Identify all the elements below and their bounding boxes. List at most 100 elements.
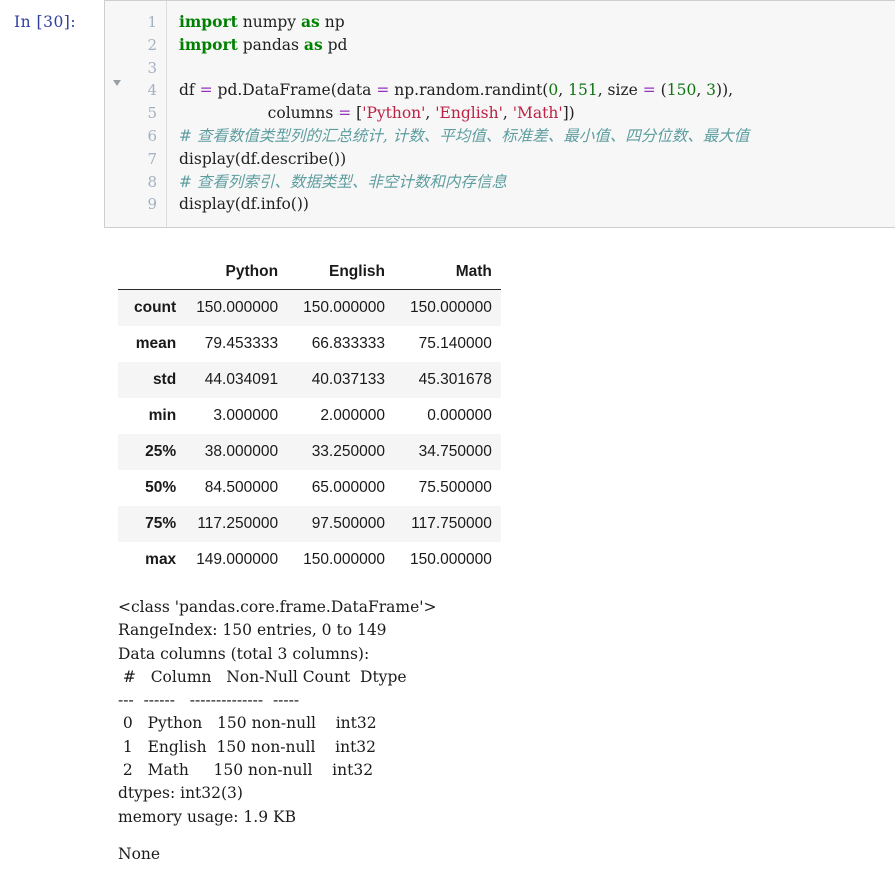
- code-line: display(df.info()): [179, 193, 895, 216]
- table-cell: 75.500000: [418, 479, 492, 496]
- code-token-num: 3: [706, 81, 717, 100]
- table-cell: 84.500000: [204, 479, 279, 496]
- code-text[interactable]: import numpy as np import pandas as pd df…: [167, 1, 895, 227]
- table-corner-cell: [118, 254, 181, 290]
- code-editor-area[interactable]: 123456789 import numpy as np import panda…: [104, 0, 895, 228]
- code-token-pln: ]): [562, 104, 575, 123]
- table-row: std 44.034091 40.037133 45.301678: [118, 362, 501, 398]
- code-line: df = pd.DataFrame(data = np.random.randi…: [179, 79, 895, 102]
- code-token-cmt: # 查看数值类型列的汇总统计, 计数、平均值、标准差、最小值、四分位数、最大值: [179, 126, 750, 145]
- code-line: display(df.describe()): [179, 148, 895, 171]
- code-line: import numpy as np: [179, 11, 895, 34]
- table-cell: 117.750000: [393, 506, 501, 542]
- table-cell: 149.000000: [196, 551, 279, 568]
- code-token-str: 'Math': [512, 104, 563, 123]
- output-none-text: None: [118, 844, 161, 863]
- code-token-str: 'Python': [362, 104, 426, 123]
- table-cell: 2.000000: [320, 407, 385, 424]
- code-token-pln: , size: [597, 81, 643, 100]
- code-token-num: 150: [666, 81, 697, 100]
- code-token-pln: (: [655, 81, 667, 100]
- table-row: 50% 84.500000 65.000000 75.500000: [118, 470, 501, 506]
- code-token-kw: import: [179, 12, 238, 31]
- describe-table-head: Python English Math: [118, 254, 501, 290]
- code-fold-triangle-icon[interactable]: [113, 80, 121, 86]
- line-number: 5: [147, 104, 157, 123]
- describe-table-body: count 150.000000 150.000000 150.000000 mean 7…: [118, 289, 501, 579]
- table-cell: 150.000000: [393, 289, 501, 326]
- table-row: mean 79.453333 66.833333 75.140000: [118, 326, 501, 362]
- line-number-list: 123456789: [105, 11, 157, 216]
- code-token-pln: ,: [425, 104, 436, 123]
- table-cell: 75.140000: [418, 335, 492, 352]
- line-number: 6: [147, 126, 157, 145]
- table-row: count 150.000000 150.000000 150.000000: [118, 289, 501, 326]
- code-token-pln: ,: [558, 81, 569, 100]
- code-token-pln: np: [319, 13, 345, 31]
- table-cell: 3.000000: [213, 407, 279, 424]
- table-cell: 40.037133: [287, 362, 394, 398]
- table-row: max 149.000000 150.000000 150.000000: [118, 542, 501, 578]
- table-row-label: std: [118, 362, 181, 398]
- table-cell: 33.250000: [287, 434, 394, 470]
- code-token-pln: df: [179, 81, 200, 100]
- table-row: 25% 38.000000 33.250000 34.750000: [118, 434, 501, 470]
- table-row: 75% 117.250000 97.500000 117.750000: [118, 506, 501, 542]
- code-token-pln: pd.DataFrame(data: [212, 81, 377, 100]
- code-token-cmt: # 查看列索引、数据类型、非空计数和内存信息: [179, 172, 507, 191]
- table-column-header: Python: [180, 254, 288, 290]
- code-token-kw: import: [179, 34, 238, 54]
- output-info-text: <class 'pandas.core.frame.DataFrame'> Ra…: [118, 598, 437, 826]
- table-cell: 150.000000: [303, 551, 385, 568]
- table-row-label: max: [145, 551, 177, 568]
- table-header-row: Python English Math: [118, 254, 501, 290]
- line-number: 9: [147, 195, 157, 214]
- execution-count-prompt: In [30]:: [14, 13, 77, 31]
- table-cell: 79.453333: [204, 335, 279, 352]
- code-line: # 查看数值类型列的汇总统计, 计数、平均值、标准差、最小值、四分位数、最大值: [179, 125, 895, 148]
- code-token-str: 'English': [435, 104, 503, 123]
- code-token-kw: as: [303, 34, 323, 54]
- code-token-op: =: [199, 81, 213, 100]
- table-cell: 150.000000: [287, 289, 394, 326]
- table-cell: 45.301678: [393, 362, 501, 398]
- table-row-label: 75%: [118, 506, 181, 542]
- code-token-pln: display(df.describe()): [179, 149, 347, 168]
- table-cell: 0.000000: [427, 407, 492, 424]
- table-cell: 34.750000: [393, 434, 501, 470]
- notebook-input-cell[interactable]: In [30]: 123456789 import numpy as np imp…: [0, 0, 895, 228]
- code-token-pln: ,: [502, 104, 513, 123]
- table-row-label: mean: [135, 335, 177, 352]
- table-column-header: English: [287, 254, 394, 290]
- table-row-label: min: [148, 407, 177, 424]
- table-cell: 150.000000: [409, 551, 492, 568]
- describe-table: Python English Math count 150.000000 150.000…: [118, 254, 501, 578]
- code-token-pln: columns: [179, 104, 339, 123]
- code-token-kw: as: [301, 12, 320, 31]
- table-column-header: Math: [393, 254, 501, 290]
- code-line: # 查看列索引、数据类型、非空计数和内存信息: [179, 171, 895, 194]
- table-cell: 66.833333: [311, 335, 385, 352]
- line-number-gutter: 123456789: [105, 1, 167, 227]
- table-row-label: count: [118, 289, 181, 326]
- table-cell: 117.250000: [180, 506, 288, 542]
- code-line: import pandas as pd: [179, 34, 895, 57]
- line-number: 2: [147, 35, 157, 54]
- table-cell: 65.000000: [311, 479, 385, 496]
- table-cell: 38.000000: [180, 434, 288, 470]
- table-cell: 150.000000: [180, 289, 288, 326]
- code-token-pln: )),: [716, 81, 734, 100]
- line-number: 1: [147, 13, 157, 31]
- table-row-label: 25%: [118, 434, 181, 470]
- code-token-num: 0: [548, 81, 559, 100]
- table-cell: 44.034091: [180, 362, 288, 398]
- table-row: min 3.000000 2.000000 0.000000: [118, 398, 501, 434]
- code-token-op: =: [338, 104, 352, 123]
- code-token-num: 151: [568, 81, 598, 100]
- code-token-pln: numpy: [237, 13, 301, 31]
- line-number: 8: [147, 172, 157, 191]
- code-token-pln: pandas: [237, 35, 304, 54]
- line-number: 3: [147, 58, 157, 77]
- code-token-op: =: [376, 81, 390, 100]
